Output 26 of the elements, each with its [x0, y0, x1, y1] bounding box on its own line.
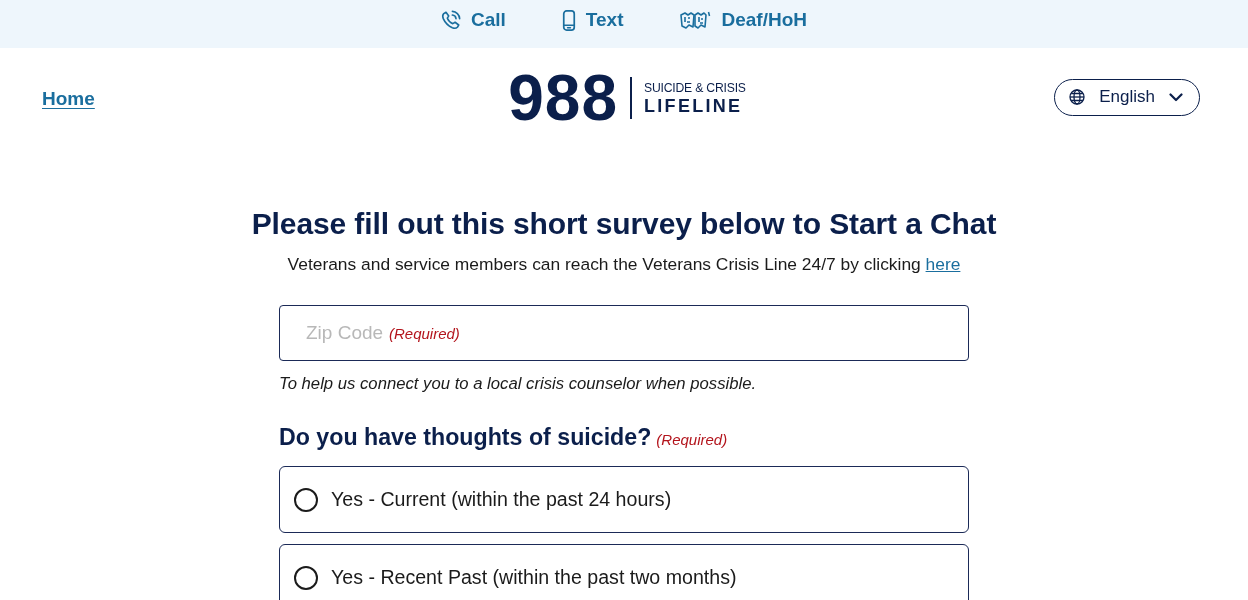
globe-icon — [1069, 89, 1086, 105]
required-label: (Required) — [656, 431, 728, 448]
contact-link[interactable]: Deaf/HoH — [679, 9, 807, 31]
chevron-down-icon — [1169, 92, 1183, 102]
mobile-phone-icon — [561, 9, 576, 31]
radio-option[interactable]: Yes - Recent Past (within the past two months) — [279, 544, 969, 600]
radio-option[interactable]: Yes - Current (within the past 24 hours) — [279, 466, 969, 533]
logo-tagline: SUICIDE & CRISIS — [644, 80, 746, 96]
helper-text: To help us connect you to a local crisis counselor when possible. — [279, 373, 758, 395]
question-heading: Do you have thoughts of suicide? — [279, 423, 652, 451]
option-label: Yes - Current (within the past 24 hours) — [331, 488, 672, 511]
veterans-note: Veterans and service members can reach the Veterans Crisis Line 24/7 by clicking here — [287, 253, 961, 275]
radio-button[interactable] — [294, 565, 318, 590]
language-button[interactable]: English — [1054, 78, 1200, 116]
home-link[interactable]: Home — [42, 88, 95, 110]
required-label: (Required) — [389, 323, 460, 343]
contact-link[interactable]: Call — [440, 9, 506, 31]
option-label: Yes - Recent Past (within the past two months) — [331, 566, 737, 589]
logo-number: 988 — [508, 72, 618, 124]
radio-button[interactable] — [294, 487, 318, 512]
here-link[interactable]: here — [925, 254, 961, 274]
logo-wordmark: LIFELINE — [644, 96, 744, 116]
contact-link[interactable]: Text — [561, 9, 624, 31]
phone-icon — [440, 10, 461, 30]
hands-icon — [679, 10, 712, 30]
page-heading: Please fill out this short survey below to Start a Chat — [251, 206, 997, 242]
